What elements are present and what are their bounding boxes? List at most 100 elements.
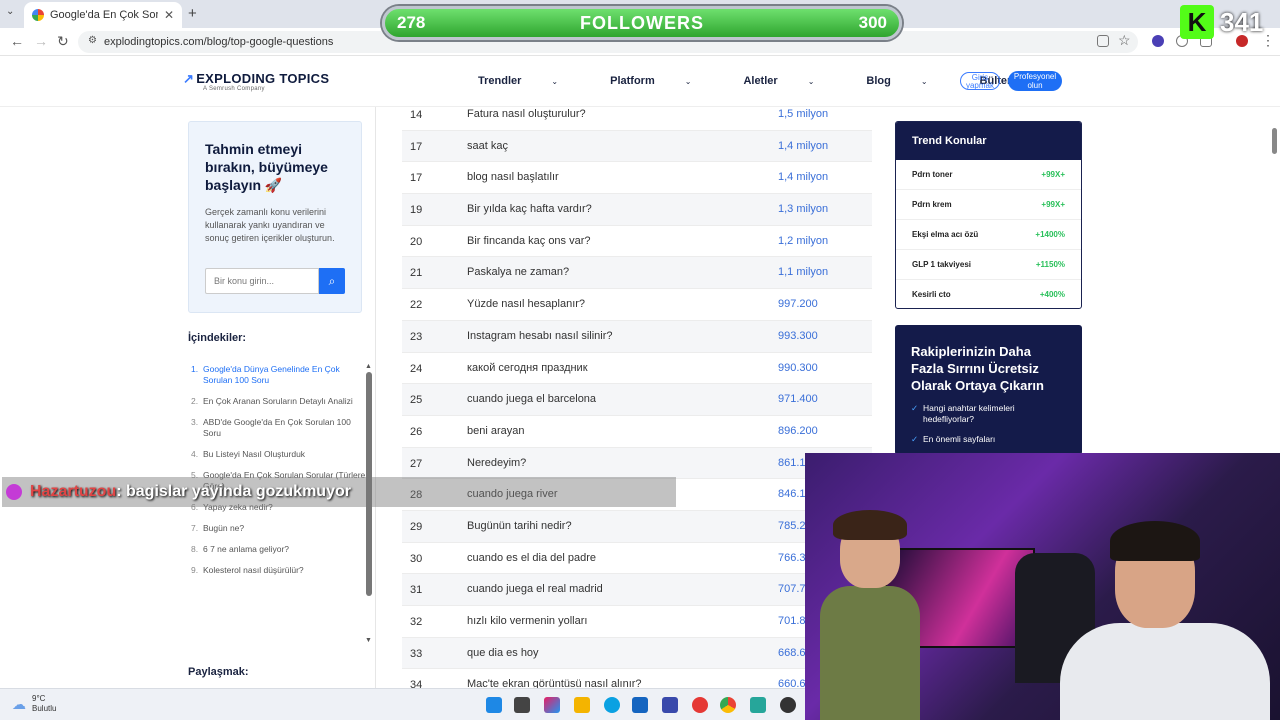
chrome-icon[interactable]	[720, 697, 736, 713]
file-explorer-icon[interactable]	[574, 697, 590, 713]
login-button[interactable]: Giriş yapmak	[960, 72, 1000, 90]
translate-icon[interactable]	[1097, 35, 1109, 47]
toc-title: İçindekiler:	[188, 332, 247, 344]
trend-row[interactable]: Kesirli cto +400%	[896, 280, 1081, 308]
kick-logo-icon: K	[1180, 5, 1214, 39]
trend-row[interactable]: Pdrn krem +99X+	[896, 190, 1081, 220]
toc-label: Kolesterol nasıl düşürülür?	[203, 565, 304, 575]
followers-goal: 300	[858, 13, 887, 32]
question-cell: beni arayan	[467, 424, 525, 437]
volume-cell: 990.300	[778, 361, 818, 374]
volume-cell: 1,2 milyon	[778, 234, 829, 247]
extension-icon[interactable]	[1152, 35, 1164, 47]
reload-icon[interactable]: ↻	[57, 33, 69, 50]
edge-icon[interactable]	[604, 697, 620, 713]
followers-current: 278	[397, 13, 426, 32]
toc-num: 8.	[191, 544, 199, 554]
competitor-bullet: En önemli sayfaları	[911, 434, 1066, 445]
tab-list-icon[interactable]: ⌄	[6, 6, 14, 17]
nav-blog[interactable]: Blog ⌄	[866, 75, 953, 87]
toc-item[interactable]: 1. Google'da Dünya Genelinde En Çok Sorul…	[191, 364, 367, 386]
question-cell: hızlı kilo vermenin yolları	[467, 615, 588, 627]
questions-table: 14 Fatura nasıl oluşturulur? 1,5 milyon 17…	[402, 99, 872, 702]
table-row: 27 Neredeyim? 861.10	[402, 447, 872, 480]
page-scrollbar[interactable]	[1272, 128, 1277, 154]
new-tab-icon[interactable]: +	[188, 5, 197, 22]
volume-cell: 1,5 milyon	[778, 108, 829, 120]
column-divider	[375, 107, 376, 720]
task-view-icon[interactable]	[514, 697, 530, 713]
toc-num: 4.	[191, 449, 199, 459]
trend-growth: +99X+	[1041, 170, 1065, 179]
table-row: 25 cuando juega el barcelona 971.400	[402, 384, 872, 416]
rank-cell: 20	[410, 235, 423, 248]
trend-name: Ekşi elma acı özü	[912, 230, 979, 239]
nav-aletler[interactable]: Aletler ⌄	[743, 75, 840, 87]
followers-goal-bar: 278 FOLLOWERS 300	[382, 6, 902, 40]
site-logo[interactable]: ↗ EXPLODING TOPICS A Semrush Company	[183, 71, 329, 92]
weather-widget[interactable]: ☁ 9°C Bulutlu	[12, 694, 56, 714]
rank-cell: 33	[410, 647, 423, 660]
rank-cell: 24	[410, 362, 423, 375]
share-heading: Paylaşmak:	[188, 666, 249, 678]
start-windows-icon[interactable]	[486, 697, 502, 713]
forward-icon[interactable]: →	[34, 33, 48, 49]
back-icon[interactable]: ←	[10, 33, 24, 49]
toc-num: 3.	[191, 417, 199, 427]
store-icon[interactable]	[632, 697, 648, 713]
close-tab-icon[interactable]: ✕	[164, 8, 174, 22]
rank-cell: 23	[410, 330, 423, 343]
opera-icon[interactable]	[692, 697, 708, 713]
volume-cell: 785.2	[778, 519, 806, 532]
scroll-down-icon[interactable]: ▼	[365, 637, 372, 644]
logo-text: EXPLODING TOPICS	[196, 71, 330, 86]
browser-tab[interactable]: Google'da En Çok Sorulan 100 ✕	[24, 2, 182, 28]
nav-trendler[interactable]: Trendler ⌄	[478, 75, 584, 87]
app-icon[interactable]	[750, 697, 766, 713]
competitor-bullets: Hangi anahtar kelimeleri hedefliyorlar? …	[911, 403, 1066, 445]
trend-row[interactable]: Ekşi elma acı özü +1400%	[896, 220, 1081, 250]
chevron-down-icon: ⌄	[684, 77, 692, 86]
trend-growth: +400%	[1039, 290, 1065, 299]
toc-item[interactable]: 8. 6 7 ne anlama geliyor?	[191, 544, 367, 555]
cloud-icon: ☁	[12, 696, 26, 712]
trend-row[interactable]: GLP 1 takviyesi +1150%	[896, 250, 1081, 280]
volume-cell: 1,4 milyon	[778, 139, 829, 152]
toc-label: En Çok Aranan Soruların Detaylı Analizi	[203, 396, 353, 406]
site-info-icon[interactable]: ⚙	[88, 35, 97, 46]
trend-growth: +99X+	[1041, 200, 1065, 209]
chat-text: : bagislar yayinda gozukmuyor	[116, 483, 351, 500]
toc-item[interactable]: 9. Kolesterol nasıl düşürülür?	[191, 565, 367, 576]
nav-platform[interactable]: Platform ⌄	[610, 75, 717, 87]
rank-cell: 19	[410, 204, 423, 217]
kick-count: 341	[1220, 6, 1264, 37]
volume-cell: 766.3	[778, 551, 806, 564]
chat-username: Hazartuzou	[30, 483, 117, 500]
rank-cell: 31	[410, 584, 423, 597]
app-icon[interactable]	[780, 697, 796, 713]
toc-item[interactable]: 2. En Çok Aranan Soruların Detaylı Analiz…	[191, 396, 367, 407]
table-row: 32 hızlı kilo vermenin yolları 701.8	[402, 606, 872, 638]
topic-search-input[interactable]: Bir konu girin...	[205, 268, 319, 294]
app-icon[interactable]	[662, 697, 678, 713]
logo-arrow-icon: ↗	[183, 71, 195, 86]
question-cell: Bir yılda kaç hafta vardır?	[467, 203, 592, 216]
copilot-icon[interactable]	[544, 697, 560, 713]
go-pro-button[interactable]: Profesyonel olun	[1008, 71, 1062, 91]
toc-label: ABD'de Google'da En Çok Sorulan 100 Soru	[203, 417, 351, 438]
toc-item[interactable]: 7. Bugün ne?	[191, 523, 367, 534]
trend-row[interactable]: Pdrn toner +99X+	[896, 160, 1081, 190]
competitor-widget: Rakiplerinizin Daha Fazla Sırrını Ücrets…	[895, 325, 1082, 455]
url-text: explodingtopics.com/blog/top-google-ques…	[104, 36, 334, 48]
webcam-feed	[805, 453, 1280, 720]
rank-cell: 26	[410, 425, 423, 438]
search-button[interactable]: ⌕	[319, 268, 345, 294]
question-cell: Instagram hesabı nasıl silinir?	[467, 329, 613, 342]
bookmark-star-icon[interactable]: ☆	[1118, 32, 1131, 49]
toc-label: Google'da Dünya Genelinde En Çok Sorulan…	[203, 364, 340, 385]
toc-item[interactable]: 3. ABD'de Google'da En Çok Sorulan 100 So…	[191, 417, 367, 439]
table-row: 23 Instagram hesabı nasıl silinir? 993.300	[402, 320, 872, 353]
toc-item[interactable]: 4. Bu Listeyi Nasıl Oluşturduk	[191, 449, 367, 460]
trend-name: GLP 1 takviyesi	[912, 260, 971, 269]
promo-text: Gerçek zamanlı konu verilerini kullanara…	[205, 207, 335, 243]
